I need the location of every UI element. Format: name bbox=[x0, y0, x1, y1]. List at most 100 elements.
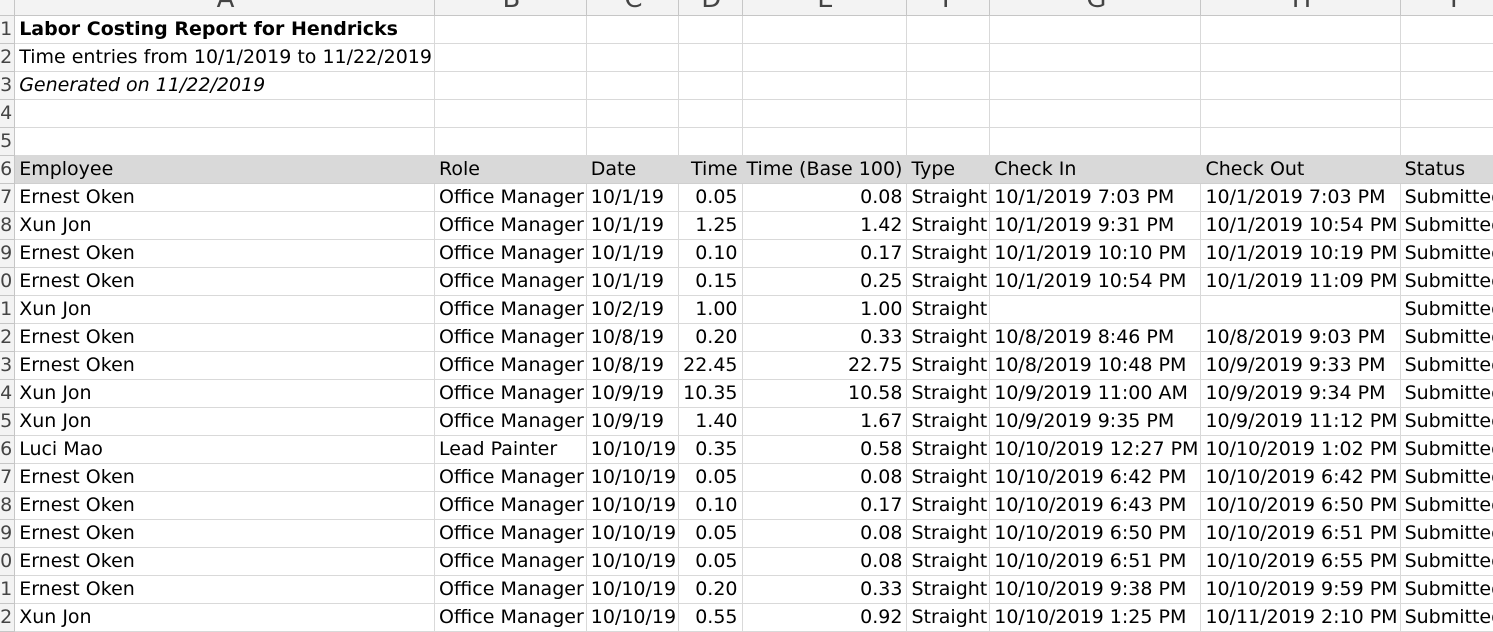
table-cell[interactable]: 10/11/2019 2:10 PM bbox=[1200, 603, 1401, 632]
table-cell[interactable]: 10/10/2019 6:51 PM bbox=[989, 547, 1202, 576]
table-cell[interactable]: Submitted bbox=[1400, 239, 1493, 268]
cell[interactable] bbox=[434, 15, 587, 44]
table-cell[interactable]: Ernest Oken bbox=[14, 267, 435, 296]
table-cell[interactable]: Straight bbox=[906, 407, 991, 436]
table-cell[interactable]: 10/1/2019 10:10 PM bbox=[989, 239, 1202, 268]
table-cell[interactable]: 10/1/2019 10:19 PM bbox=[1200, 239, 1401, 268]
cell[interactable] bbox=[434, 99, 587, 128]
table-cell[interactable]: Xun Jon bbox=[14, 407, 435, 436]
select-all-corner[interactable] bbox=[0, 0, 16, 16]
table-cell[interactable]: Ernest Oken bbox=[14, 519, 435, 548]
header-cell[interactable]: Check In bbox=[989, 155, 1202, 184]
table-cell[interactable]: 1.42 bbox=[742, 211, 908, 240]
table-cell[interactable]: 10/8/2019 9:03 PM bbox=[1200, 323, 1401, 352]
row-header[interactable]: 19 bbox=[0, 519, 16, 548]
table-cell[interactable]: Office Manager bbox=[434, 519, 587, 548]
table-cell[interactable]: Office Manager bbox=[434, 183, 587, 212]
table-cell[interactable]: 10.35 bbox=[678, 379, 743, 408]
table-cell[interactable]: Submitted bbox=[1400, 407, 1493, 436]
table-cell[interactable] bbox=[1200, 295, 1401, 324]
table-cell[interactable]: 0.55 bbox=[678, 603, 743, 632]
row-header[interactable]: 17 bbox=[0, 463, 16, 492]
table-cell[interactable]: 10/1/19 bbox=[586, 267, 680, 296]
cell[interactable] bbox=[742, 127, 908, 156]
row-header[interactable]: 14 bbox=[0, 379, 16, 408]
row-header[interactable]: 5 bbox=[0, 127, 16, 156]
table-cell[interactable]: Submitted bbox=[1400, 547, 1493, 576]
row-header[interactable]: 18 bbox=[0, 491, 16, 520]
table-cell[interactable]: 10/1/2019 7:03 PM bbox=[1200, 183, 1401, 212]
report-generated-date[interactable]: Generated on 11/22/2019 bbox=[14, 71, 435, 100]
table-cell[interactable]: 0.08 bbox=[742, 519, 908, 548]
cell[interactable] bbox=[434, 71, 587, 100]
table-cell[interactable]: 0.05 bbox=[678, 463, 743, 492]
cell[interactable] bbox=[989, 99, 1202, 128]
table-cell[interactable]: 10/10/2019 6:43 PM bbox=[989, 491, 1202, 520]
table-cell[interactable]: Ernest Oken bbox=[14, 323, 435, 352]
row-header[interactable]: 21 bbox=[0, 575, 16, 604]
table-cell[interactable]: Office Manager bbox=[434, 407, 587, 436]
table-cell[interactable]: Office Manager bbox=[434, 211, 587, 240]
table-cell[interactable]: 10/10/19 bbox=[586, 463, 680, 492]
cell[interactable] bbox=[906, 43, 991, 72]
table-cell[interactable]: Ernest Oken bbox=[14, 547, 435, 576]
row-header[interactable]: 15 bbox=[0, 407, 16, 436]
row-header[interactable]: 22 bbox=[0, 603, 16, 632]
column-header-g[interactable]: G bbox=[989, 0, 1202, 16]
table-cell[interactable]: 10/1/19 bbox=[586, 183, 680, 212]
cell[interactable] bbox=[586, 71, 680, 100]
table-cell[interactable]: 10/10/2019 9:59 PM bbox=[1200, 575, 1401, 604]
table-cell[interactable]: 10/1/2019 7:03 PM bbox=[989, 183, 1202, 212]
cell[interactable] bbox=[906, 99, 991, 128]
cell[interactable] bbox=[742, 71, 908, 100]
column-header-h[interactable]: H bbox=[1200, 0, 1401, 16]
cell[interactable] bbox=[678, 127, 743, 156]
cell[interactable] bbox=[586, 43, 680, 72]
spreadsheet-grid[interactable]: ABCDEFGHI1Labor Costing Report for Hendr… bbox=[0, 0, 1493, 632]
table-cell[interactable]: 0.17 bbox=[742, 491, 908, 520]
header-cell[interactable]: Time bbox=[678, 155, 743, 184]
table-cell[interactable]: Submitted bbox=[1400, 519, 1493, 548]
header-cell[interactable]: Type bbox=[906, 155, 991, 184]
table-cell[interactable]: 10/2/19 bbox=[586, 295, 680, 324]
table-cell[interactable]: Submitted bbox=[1400, 379, 1493, 408]
table-cell[interactable]: 0.35 bbox=[678, 435, 743, 464]
column-header-f[interactable]: F bbox=[906, 0, 991, 16]
table-cell[interactable]: 0.08 bbox=[742, 547, 908, 576]
row-header[interactable]: 13 bbox=[0, 351, 16, 380]
table-cell[interactable]: 0.05 bbox=[678, 547, 743, 576]
table-cell[interactable]: Office Manager bbox=[434, 463, 587, 492]
cell[interactable] bbox=[434, 127, 587, 156]
row-header[interactable]: 16 bbox=[0, 435, 16, 464]
table-cell[interactable]: Submitted bbox=[1400, 267, 1493, 296]
cell[interactable] bbox=[678, 99, 743, 128]
table-cell[interactable]: 10/10/2019 1:02 PM bbox=[1200, 435, 1401, 464]
table-cell[interactable]: Office Manager bbox=[434, 323, 587, 352]
table-cell[interactable]: 10/10/19 bbox=[586, 491, 680, 520]
table-cell[interactable]: Straight bbox=[906, 547, 991, 576]
table-cell[interactable]: Straight bbox=[906, 183, 991, 212]
cell[interactable] bbox=[586, 15, 680, 44]
header-cell[interactable]: Date bbox=[586, 155, 680, 184]
table-cell[interactable]: 10/1/2019 10:54 PM bbox=[1200, 211, 1401, 240]
cell[interactable] bbox=[434, 43, 587, 72]
table-cell[interactable]: 1.40 bbox=[678, 407, 743, 436]
table-cell[interactable]: Submitted bbox=[1400, 575, 1493, 604]
table-cell[interactable]: Office Manager bbox=[434, 575, 587, 604]
table-cell[interactable]: 10/10/19 bbox=[586, 435, 680, 464]
table-cell[interactable]: 10/10/2019 6:55 PM bbox=[1200, 547, 1401, 576]
table-cell[interactable]: Straight bbox=[906, 575, 991, 604]
table-cell[interactable]: Office Manager bbox=[434, 603, 587, 632]
table-cell[interactable]: Ernest Oken bbox=[14, 463, 435, 492]
cell[interactable] bbox=[1200, 43, 1401, 72]
table-cell[interactable]: 10/1/2019 9:31 PM bbox=[989, 211, 1202, 240]
table-cell[interactable]: 10/9/2019 9:34 PM bbox=[1200, 379, 1401, 408]
table-cell[interactable]: 0.08 bbox=[742, 463, 908, 492]
row-header[interactable]: 10 bbox=[0, 267, 16, 296]
table-cell[interactable]: 10/1/19 bbox=[586, 239, 680, 268]
table-cell[interactable]: 10/9/2019 9:35 PM bbox=[989, 407, 1202, 436]
table-cell[interactable]: 10/8/19 bbox=[586, 323, 680, 352]
table-cell[interactable]: 10/1/2019 10:54 PM bbox=[989, 267, 1202, 296]
row-header[interactable]: 8 bbox=[0, 211, 16, 240]
table-cell[interactable]: Ernest Oken bbox=[14, 351, 435, 380]
